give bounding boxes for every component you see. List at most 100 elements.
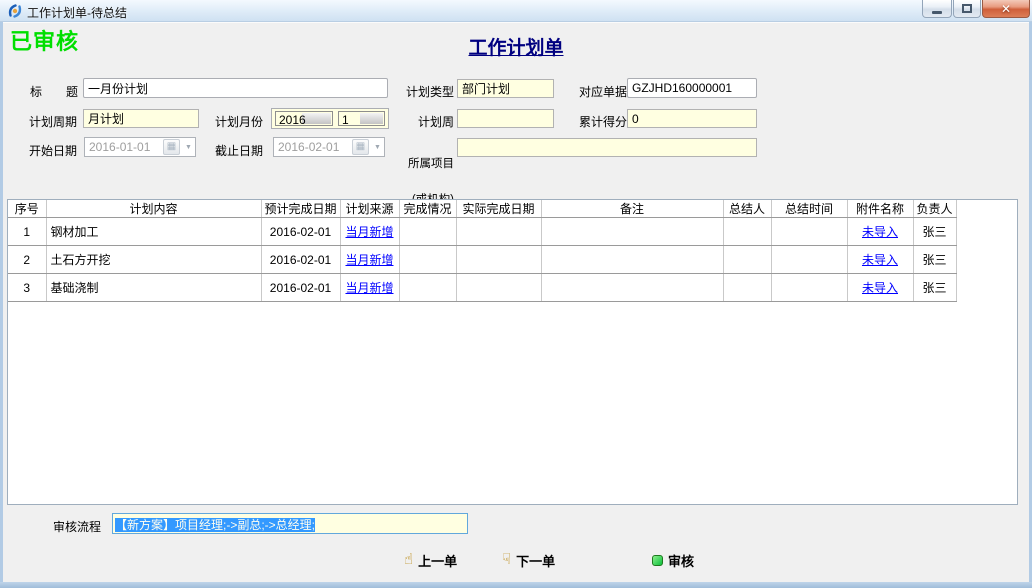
cell-owner: 张三	[913, 218, 956, 246]
cell-remark	[541, 218, 723, 246]
plan-source-link[interactable]: 当月新增	[345, 253, 393, 267]
plan-cycle-field[interactable]	[83, 109, 199, 128]
hand-down-icon: ☟	[502, 553, 511, 567]
minimize-icon	[932, 11, 942, 14]
cell-completion	[399, 274, 456, 302]
score-label: 累计得分	[577, 113, 627, 130]
maximize-button[interactable]	[953, 0, 981, 18]
hand-up-icon: ☝	[404, 553, 413, 567]
plan-items-table: 序号 计划内容 预计完成日期 计划来源 完成情况 实际完成日期 备注 总结人 总…	[8, 200, 957, 302]
cell-expected-date: 2016-02-01	[261, 274, 340, 302]
maximize-icon	[962, 4, 972, 13]
table-header-row: 序号 计划内容 预计完成日期 计划来源 完成情况 实际完成日期 备注 总结人 总…	[8, 200, 956, 218]
cell-summarizer	[723, 274, 771, 302]
table-row: 1 钢材加工 2016-02-01 当月新增 未导入 张三	[8, 218, 956, 246]
plan-type-label: 计划类型	[398, 83, 454, 100]
col-remark: 备注	[541, 200, 723, 218]
cell-owner: 张三	[913, 274, 956, 302]
attachment-link[interactable]: 未导入	[862, 225, 898, 239]
start-date-picker[interactable]: 2016-01-01 ▦ ▼	[84, 137, 196, 157]
plan-source-link[interactable]: 当月新增	[345, 225, 393, 239]
next-form-button[interactable]: ☟ 下一单	[502, 550, 555, 570]
cell-actual-date	[456, 274, 541, 302]
col-completion: 完成情况	[399, 200, 456, 218]
end-date-value: 2016-02-01	[274, 140, 352, 154]
col-content: 计划内容	[46, 200, 261, 218]
table-row: 2 土石方开挖 2016-02-01 当月新增 未导入 张三	[8, 246, 956, 274]
ref-doc-label: 对应单据	[577, 83, 627, 100]
audit-button[interactable]: 审核	[652, 550, 694, 570]
cell-actual-date	[456, 218, 541, 246]
page-title: 工作计划单	[0, 33, 1032, 60]
plan-month-spinner[interactable]: 1	[338, 111, 385, 126]
plan-source-link[interactable]: 当月新增	[345, 281, 393, 295]
audit-flow-value: 【新方案】项目经理;->副总;->总经理;	[115, 518, 315, 532]
project-field[interactable]	[457, 138, 757, 157]
calendar-icon: ▦	[352, 139, 369, 155]
cell-completion	[399, 246, 456, 274]
score-field[interactable]	[627, 109, 757, 128]
cell-summary-time	[771, 246, 847, 274]
previous-form-button[interactable]: ☝ 上一单	[404, 550, 457, 570]
start-date-label: 开始日期	[29, 142, 77, 159]
cell-attachment: 未导入	[847, 274, 913, 302]
spinner-track	[302, 113, 331, 124]
cell-actual-date	[456, 246, 541, 274]
cell-source: 当月新增	[340, 274, 399, 302]
cell-expected-date: 2016-02-01	[261, 218, 340, 246]
col-expected-date: 预计完成日期	[261, 200, 340, 218]
plan-year-spinner[interactable]: 2016	[275, 111, 333, 126]
close-icon: ✕	[1001, 1, 1011, 17]
cell-content: 钢材加工	[46, 218, 261, 246]
client-top-highlight	[3, 22, 1029, 23]
col-summary-time: 总结时间	[771, 200, 847, 218]
calendar-icon: ▦	[163, 139, 180, 155]
cell-summarizer	[723, 246, 771, 274]
plan-week-field[interactable]	[457, 109, 554, 128]
next-form-label: 下一单	[516, 551, 555, 570]
cell-summary-time	[771, 274, 847, 302]
plan-cycle-label: 计划周期	[29, 113, 77, 130]
col-owner: 负责人	[913, 200, 956, 218]
close-button[interactable]: ✕	[982, 0, 1030, 18]
cell-attachment: 未导入	[847, 246, 913, 274]
cell-seq: 3	[8, 274, 46, 302]
plan-week-label: 计划周	[405, 113, 454, 130]
title-bar: 工作计划单-待总结 ✕	[0, 0, 1032, 22]
title-field[interactable]	[83, 78, 388, 98]
plan-type-field[interactable]	[457, 79, 554, 98]
cell-remark	[541, 274, 723, 302]
end-date-picker[interactable]: 2016-02-01 ▦ ▼	[273, 137, 385, 157]
col-actual-date: 实际完成日期	[456, 200, 541, 218]
plan-month-label: 计划月份	[215, 113, 263, 130]
app-icon	[7, 3, 23, 19]
attachment-link[interactable]: 未导入	[862, 253, 898, 267]
project-label-line1: 所属项目	[402, 158, 454, 170]
audit-flow-field[interactable]: 【新方案】项目经理;->副总;->总经理;	[112, 513, 468, 534]
minimize-button[interactable]	[922, 0, 952, 18]
plan-items-grid: 序号 计划内容 预计完成日期 计划来源 完成情况 实际完成日期 备注 总结人 总…	[7, 199, 1018, 505]
cell-remark	[541, 246, 723, 274]
plan-month-group: 2016 1	[271, 108, 389, 129]
chevron-down-icon: ▼	[182, 144, 195, 151]
window-title: 工作计划单-待总结	[27, 4, 127, 21]
cell-source: 当月新增	[340, 218, 399, 246]
window-frame-bottom	[0, 582, 1032, 588]
cell-owner: 张三	[913, 246, 956, 274]
audit-flow-label: 审核流程	[53, 518, 101, 535]
ref-doc-field[interactable]	[627, 78, 757, 98]
col-summarizer: 总结人	[723, 200, 771, 218]
col-seq: 序号	[8, 200, 46, 218]
title-label: 标 题	[30, 83, 78, 100]
chevron-down-icon: ▼	[371, 144, 384, 151]
cell-summary-time	[771, 218, 847, 246]
plan-month-value: 1	[342, 113, 349, 126]
col-attachment: 附件名称	[847, 200, 913, 218]
application-window: 工作计划单-待总结 ✕ 已审核 工作计划单 标 题 计划类型 对应单据 计划周期…	[0, 0, 1032, 588]
plan-year-value: 2016	[279, 113, 306, 126]
attachment-link[interactable]: 未导入	[862, 281, 898, 295]
audit-label: 审核	[668, 551, 694, 570]
cell-content: 基础浇制	[46, 274, 261, 302]
cell-seq: 2	[8, 246, 46, 274]
cell-seq: 1	[8, 218, 46, 246]
